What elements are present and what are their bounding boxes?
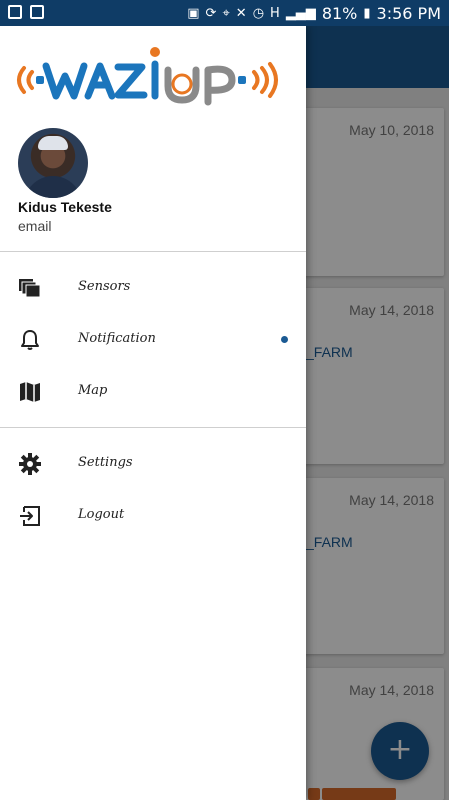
status-bar: ▣ ⟳ ⌖ ✕ ◷ H ▂▄▆ 81% ▮ 3:56 PM	[0, 0, 449, 26]
bell-icon	[21, 330, 39, 350]
h-signal-icon: H	[270, 5, 280, 21]
menu-label: Settings	[78, 455, 133, 470]
logout-icon	[20, 506, 40, 526]
menu-item-settings[interactable]: Settings	[0, 438, 306, 488]
mute-icon: ✕	[235, 5, 247, 21]
clock: 3:56 PM	[376, 4, 441, 23]
gear-icon	[19, 453, 41, 475]
menu-label: Logout	[78, 507, 125, 522]
navigation-drawer: Kidus Tekeste email Sensors Notification…	[0, 26, 306, 800]
image-icon	[8, 5, 22, 19]
menu-label: Notification	[78, 331, 156, 346]
battery-icon: ▮	[363, 5, 371, 21]
menu-label: Sensors	[78, 279, 131, 294]
menu-item-notification[interactable]: Notification	[0, 314, 306, 364]
battery-level: 81%	[321, 4, 358, 23]
avatar[interactable]	[18, 128, 88, 198]
nfc-icon: ▣	[187, 5, 200, 21]
menu-label: Map	[78, 383, 108, 398]
menu-item-logout[interactable]: Logout	[0, 490, 306, 540]
alarm-icon: ◷	[252, 5, 265, 21]
notification-dot	[281, 336, 288, 343]
sync-icon: ⟳	[205, 5, 217, 21]
user-email: email	[18, 218, 52, 234]
sensors-icon	[19, 279, 41, 298]
divider	[0, 427, 306, 428]
menu-item-map[interactable]: Map	[0, 366, 306, 416]
location-icon: ⌖	[222, 5, 230, 21]
divider	[0, 251, 306, 252]
signal-bars-icon: ▂▄▆	[285, 5, 316, 21]
download-icon	[30, 5, 44, 19]
user-name: Kidus Tekeste	[18, 199, 112, 215]
menu-item-sensors[interactable]: Sensors	[0, 262, 306, 312]
map-icon	[20, 382, 40, 402]
waziup-logo	[17, 47, 278, 106]
